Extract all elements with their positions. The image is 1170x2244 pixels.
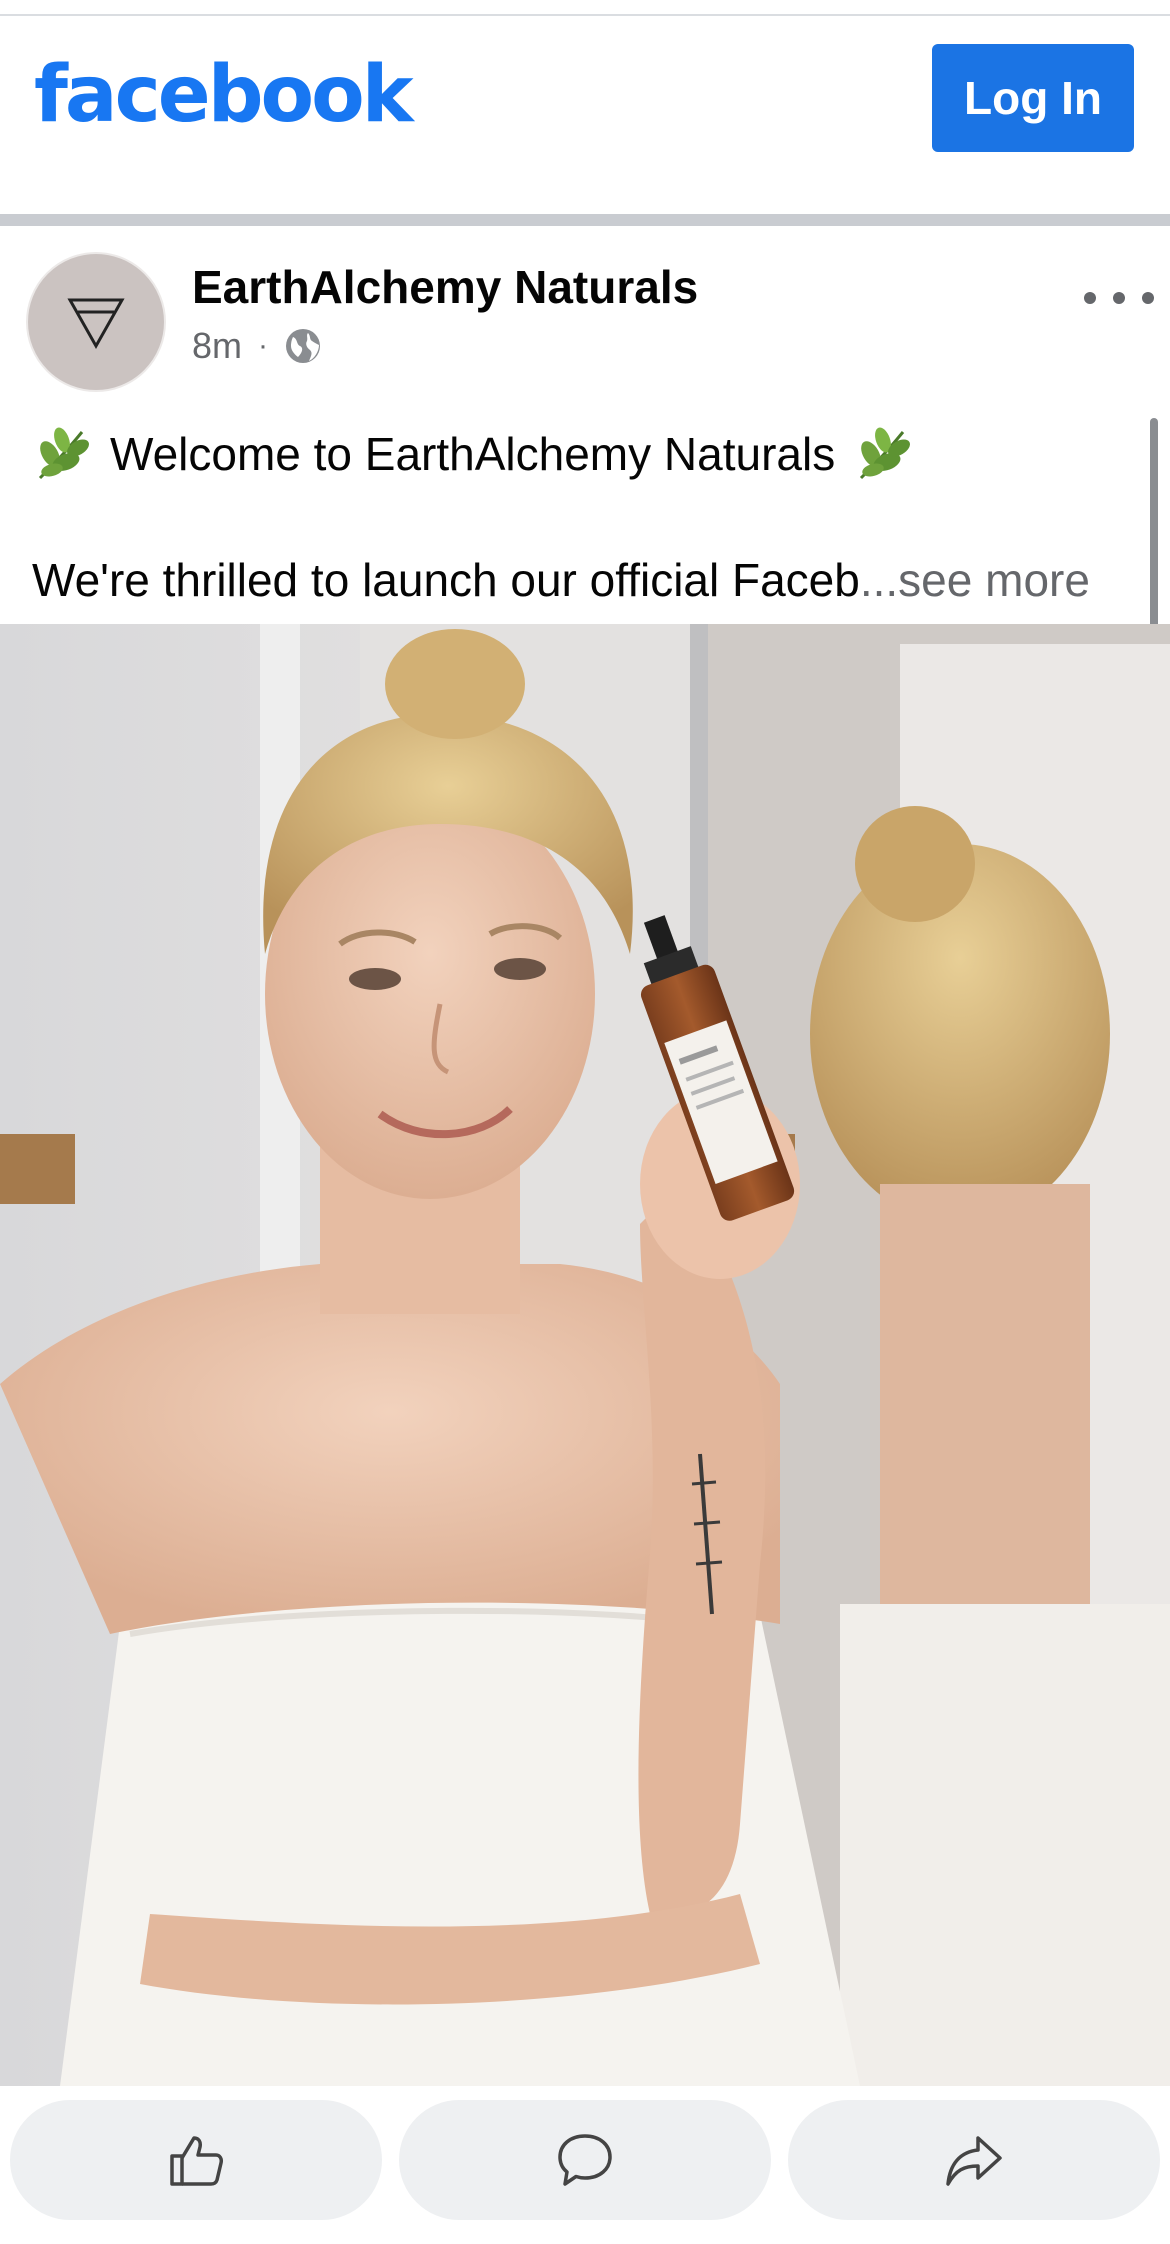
top-bar: facebook Log In — [0, 16, 1170, 214]
share-button[interactable] — [788, 2100, 1160, 2220]
page-name[interactable]: EarthAlchemy Naturals — [192, 260, 698, 314]
comment-button[interactable] — [399, 2100, 771, 2220]
post-text-line-2: We're thrilled to launch our official Fa… — [32, 540, 1090, 620]
inverted-triangle-icon — [67, 298, 125, 350]
login-button[interactable]: Log In — [932, 44, 1134, 152]
share-icon — [946, 2136, 1002, 2186]
see-more-link[interactable]: ...see more — [860, 553, 1090, 607]
post-text: Welcome to EarthAlchemy Naturals We're t… — [0, 406, 1170, 626]
like-icon — [170, 2136, 223, 2186]
post-meta: 8m · — [192, 322, 322, 370]
post-action-bar — [0, 2086, 1170, 2244]
facebook-logo[interactable]: facebook — [34, 56, 414, 134]
product-photo — [0, 624, 1170, 2086]
like-button[interactable] — [10, 2100, 382, 2220]
post-photo[interactable] — [0, 624, 1170, 2086]
dot-icon — [1084, 292, 1096, 304]
meta-separator: · — [258, 329, 269, 362]
leaf-icon — [38, 427, 89, 480]
globe-icon — [286, 329, 321, 363]
post-body-text: We're thrilled to launch our official Fa… — [32, 554, 860, 606]
more-options-button[interactable] — [1084, 278, 1154, 318]
dot-icon — [1113, 292, 1125, 304]
post-header: EarthAlchemy Naturals 8m · — [0, 226, 1170, 406]
page: facebook Log In EarthAlchemy Naturals 8m… — [0, 0, 1170, 2244]
post-timestamp[interactable]: 8m — [192, 325, 242, 367]
header-divider — [0, 214, 1170, 226]
comment-icon — [558, 2134, 612, 2186]
dot-icon — [1142, 292, 1154, 304]
welcome-text: Welcome to EarthAlchemy Naturals — [110, 428, 836, 480]
post-text-line-1: Welcome to EarthAlchemy Naturals — [32, 414, 931, 494]
leaf-icon — [860, 427, 911, 480]
page-avatar[interactable] — [26, 252, 166, 392]
